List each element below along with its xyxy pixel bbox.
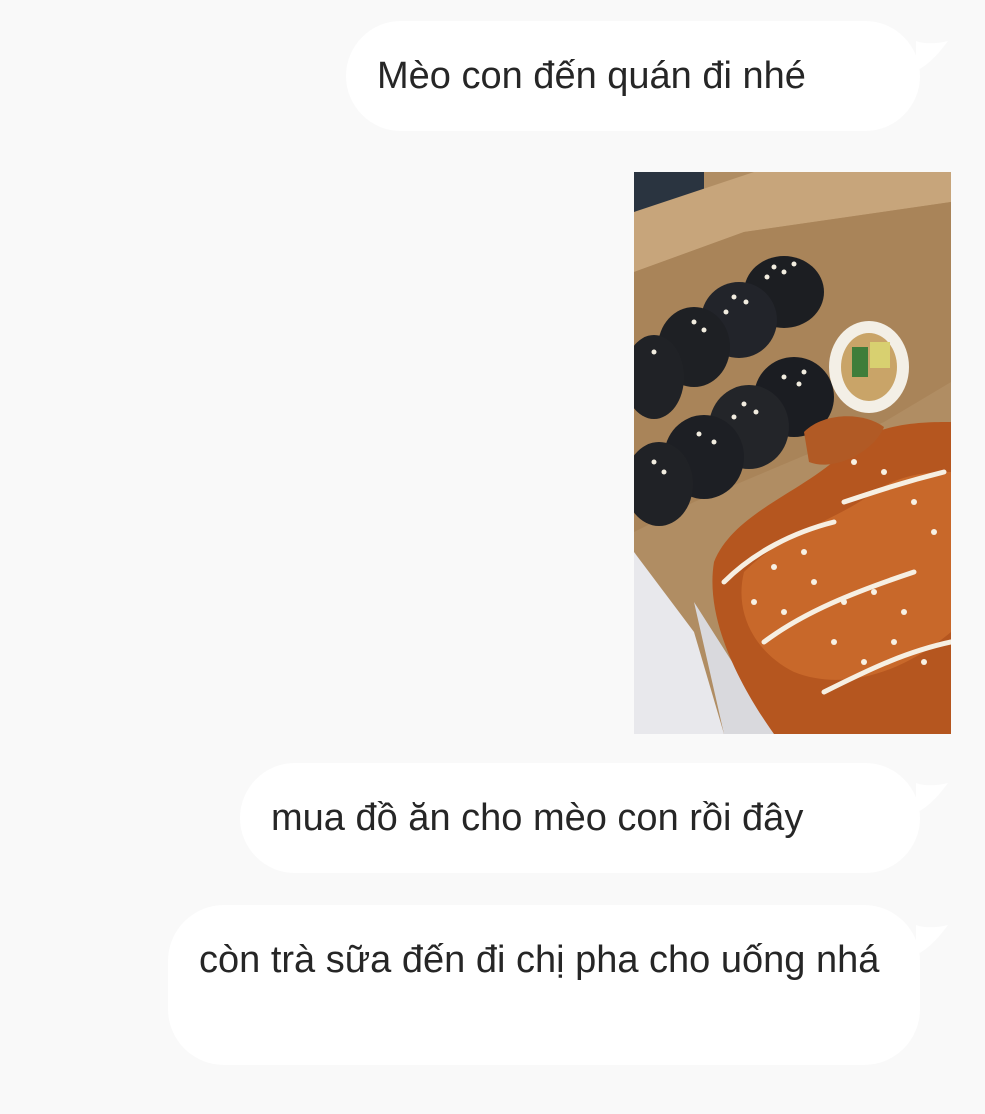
message-text: còn trà sữa đến đi chị pha cho uống nhá [199,939,880,981]
message-text: mua đồ ăn cho mèo con rồi đây [271,797,804,839]
bubble-tail [916,783,948,813]
food-photo[interactable] [634,172,951,734]
bubble-tail [916,925,948,955]
message-bubble[interactable]: Mèo con đến quán đi nhé [346,21,948,131]
bubble-tail [916,41,948,71]
message-bubble[interactable]: còn trà sữa đến đi chị pha cho uống nhá [168,905,948,1065]
chat-thread: Mèo con đến quán đi nhé mua đồ ăn cho mè… [0,0,985,1114]
message-text: Mèo con đến quán đi nhé [377,55,806,97]
message-bubble[interactable]: mua đồ ăn cho mèo con rồi đây [240,763,948,873]
food-photo-image [634,172,951,734]
